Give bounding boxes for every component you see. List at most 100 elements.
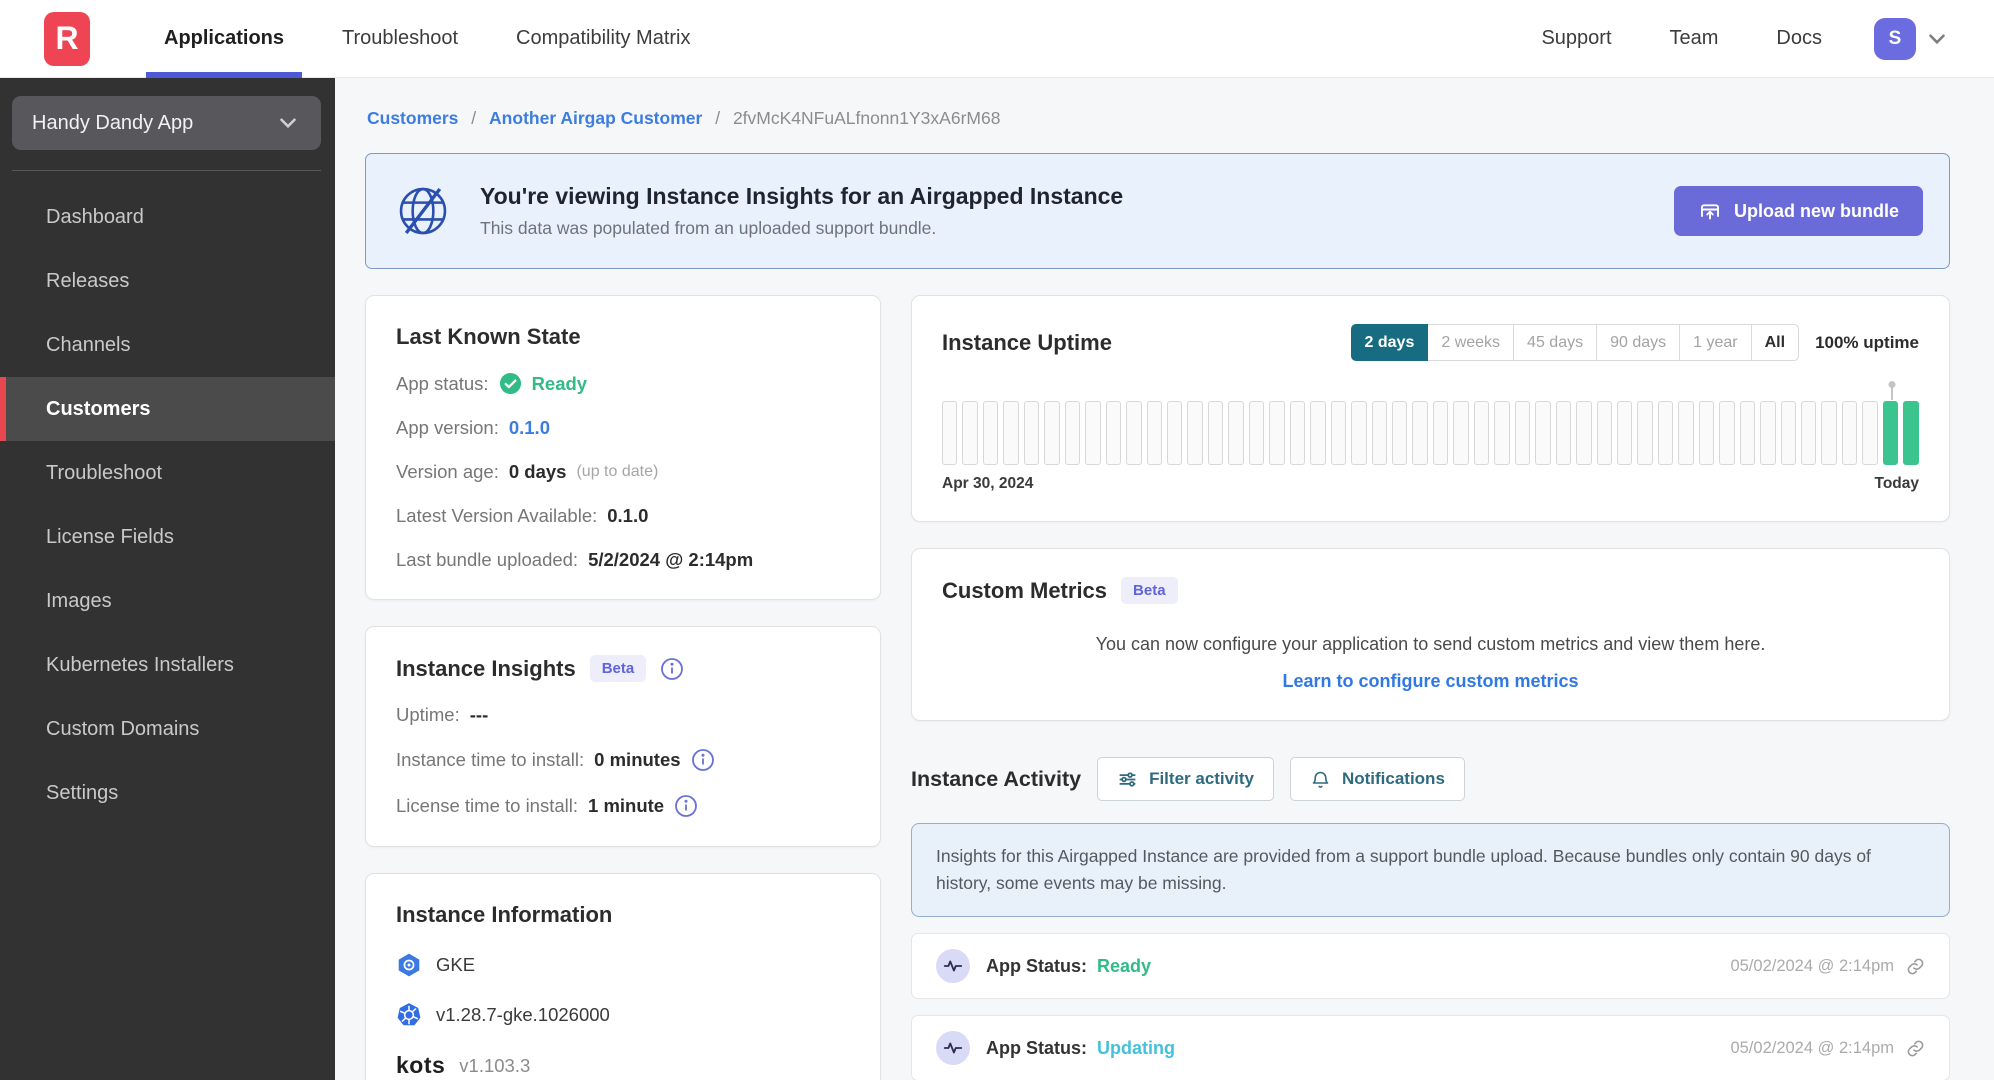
sidebar-item-settings[interactable]: Settings bbox=[0, 761, 335, 825]
range-button-45-days[interactable]: 45 days bbox=[1514, 324, 1598, 361]
distribution-value: GKE bbox=[436, 954, 476, 975]
uptime-bar[interactable] bbox=[1146, 401, 1162, 465]
uptime-bar[interactable] bbox=[1555, 401, 1572, 465]
uptime-bar[interactable] bbox=[942, 401, 958, 465]
uptime-bar[interactable] bbox=[1780, 401, 1797, 465]
chevron-down-icon[interactable] bbox=[1924, 26, 1950, 52]
breadcrumb-customer-name[interactable]: Another Airgap Customer bbox=[489, 108, 702, 128]
sidebar-item-customers[interactable]: Customers bbox=[0, 377, 335, 441]
range-button-all[interactable]: All bbox=[1751, 324, 1800, 361]
uptime-marker bbox=[1890, 387, 1893, 400]
uptime-bar[interactable] bbox=[1105, 401, 1122, 465]
info-icon[interactable] bbox=[660, 657, 684, 681]
activity-row[interactable]: App Status: Updating 05/02/2024 @ 2:14pm bbox=[911, 1015, 1950, 1080]
kots-logo: kots bbox=[396, 1052, 446, 1078]
uptime-range-group: 2 days 2 weeks 45 days 90 days 1 year Al… bbox=[1350, 324, 1800, 361]
replicated-logo[interactable]: R bbox=[44, 11, 90, 66]
uptime-bar[interactable] bbox=[1801, 401, 1817, 465]
app-selector-label: Handy Dandy App bbox=[32, 111, 194, 134]
uptime-bar[interactable] bbox=[1657, 401, 1674, 465]
nav-link-support[interactable]: Support bbox=[1541, 27, 1611, 50]
range-button-90-days[interactable]: 90 days bbox=[1597, 324, 1681, 361]
uptime-bar[interactable] bbox=[1453, 401, 1469, 465]
notifications-button[interactable]: Notifications bbox=[1289, 757, 1465, 801]
uptime-bar[interactable] bbox=[1248, 401, 1265, 465]
tab-applications[interactable]: Applications bbox=[146, 0, 303, 78]
uptime-bar[interactable] bbox=[1760, 401, 1776, 465]
uptime-bar[interactable] bbox=[1739, 401, 1756, 465]
uptime-bar[interactable] bbox=[1412, 401, 1428, 465]
chevron-down-icon bbox=[280, 118, 296, 129]
uptime-bar[interactable] bbox=[1494, 401, 1510, 465]
info-icon[interactable] bbox=[691, 748, 715, 772]
uptime-bar[interactable] bbox=[1187, 401, 1203, 465]
uptime-bar[interactable] bbox=[1698, 401, 1715, 465]
uptime-bar[interactable] bbox=[1514, 401, 1531, 465]
range-button-2-weeks[interactable]: 2 weeks bbox=[1428, 324, 1515, 361]
nav-link-docs[interactable]: Docs bbox=[1776, 27, 1822, 50]
uptime-bar[interactable] bbox=[1289, 401, 1306, 465]
uptime-bar[interactable] bbox=[1391, 401, 1408, 465]
uptime-bar[interactable] bbox=[1473, 401, 1490, 465]
uptime-bar[interactable] bbox=[1330, 401, 1347, 465]
sidebar-item-license-fields[interactable]: License Fields bbox=[0, 505, 335, 569]
uptime-bar[interactable] bbox=[1269, 401, 1285, 465]
uptime-bar[interactable] bbox=[1166, 401, 1183, 465]
uptime-bar[interactable] bbox=[1085, 401, 1101, 465]
uptime-bar[interactable] bbox=[1003, 401, 1019, 465]
tab-troubleshoot[interactable]: Troubleshoot bbox=[324, 0, 476, 78]
uptime-bar[interactable] bbox=[1351, 401, 1367, 465]
uptime-bar[interactable] bbox=[1207, 401, 1224, 465]
uptime-bar[interactable] bbox=[1719, 401, 1735, 465]
uptime-bar[interactable] bbox=[962, 401, 978, 465]
uptime-bar[interactable] bbox=[1576, 401, 1592, 465]
activity-row-timestamp: 05/02/2024 @ 2:14pm bbox=[1730, 1038, 1894, 1057]
upload-new-bundle-button[interactable]: Upload new bundle bbox=[1674, 186, 1923, 236]
sidebar-item-releases[interactable]: Releases bbox=[0, 249, 335, 313]
uptime-bar[interactable] bbox=[1862, 401, 1878, 465]
activity-row[interactable]: App Status: Ready 05/02/2024 @ 2:14pm bbox=[911, 933, 1950, 1000]
link-icon[interactable] bbox=[1906, 1039, 1925, 1058]
uptime-bar[interactable] bbox=[1616, 401, 1633, 465]
uptime-bar[interactable] bbox=[1841, 401, 1858, 465]
uptime-bar[interactable] bbox=[1821, 401, 1837, 465]
avatar[interactable]: S bbox=[1874, 17, 1916, 60]
sidebar-item-custom-domains[interactable]: Custom Domains bbox=[0, 697, 335, 761]
sidebar-item-kubernetes-installers[interactable]: Kubernetes Installers bbox=[0, 633, 335, 697]
version-age-note: (up to date) bbox=[576, 463, 659, 480]
filter-activity-button[interactable]: Filter activity bbox=[1097, 757, 1274, 801]
app-selector-dropdown[interactable]: Handy Dandy App bbox=[12, 96, 321, 150]
uptime-bar[interactable] bbox=[1310, 401, 1326, 465]
uptime-bar[interactable] bbox=[1903, 401, 1919, 465]
link-icon[interactable] bbox=[1906, 957, 1925, 976]
uptime-bar[interactable] bbox=[1064, 401, 1081, 465]
uptime-bar[interactable] bbox=[1535, 401, 1551, 465]
uptime-bar[interactable] bbox=[1044, 401, 1060, 465]
configure-metrics-link[interactable]: Learn to configure custom metrics bbox=[942, 671, 1919, 692]
nav-link-team[interactable]: Team bbox=[1670, 27, 1719, 50]
sidebar-item-dashboard[interactable]: Dashboard bbox=[0, 185, 335, 249]
uptime-bar[interactable] bbox=[1678, 401, 1694, 465]
range-button-1-year[interactable]: 1 year bbox=[1680, 324, 1752, 361]
uptime-bar[interactable] bbox=[1882, 387, 1899, 465]
tab-compatibility-matrix[interactable]: Compatibility Matrix bbox=[498, 0, 708, 78]
instance-uptime-card: Instance Uptime 2 days 2 weeks 45 days 9… bbox=[911, 295, 1950, 522]
breadcrumb: Customers / Another Airgap Customer / 2f… bbox=[367, 108, 1950, 129]
sidebar-item-images[interactable]: Images bbox=[0, 569, 335, 633]
info-icon[interactable] bbox=[674, 794, 698, 818]
app-version-link[interactable]: 0.1.0 bbox=[509, 417, 550, 439]
uptime-bar[interactable] bbox=[1637, 401, 1653, 465]
sidebar-item-troubleshoot[interactable]: Troubleshoot bbox=[0, 441, 335, 505]
banner-title: You're viewing Instance Insights for an … bbox=[480, 183, 1124, 209]
uptime-bar[interactable] bbox=[1228, 401, 1244, 465]
card-title: Instance Information bbox=[396, 902, 613, 927]
uptime-bar[interactable] bbox=[1023, 401, 1040, 465]
uptime-bar[interactable] bbox=[982, 401, 999, 465]
uptime-bar[interactable] bbox=[1126, 401, 1142, 465]
uptime-bar[interactable] bbox=[1371, 401, 1387, 465]
range-button-2-days[interactable]: 2 days bbox=[1350, 324, 1429, 361]
uptime-bar[interactable] bbox=[1596, 401, 1612, 465]
breadcrumb-customers[interactable]: Customers bbox=[367, 108, 458, 128]
uptime-bar[interactable] bbox=[1432, 401, 1449, 465]
sidebar-item-channels[interactable]: Channels bbox=[0, 313, 335, 377]
